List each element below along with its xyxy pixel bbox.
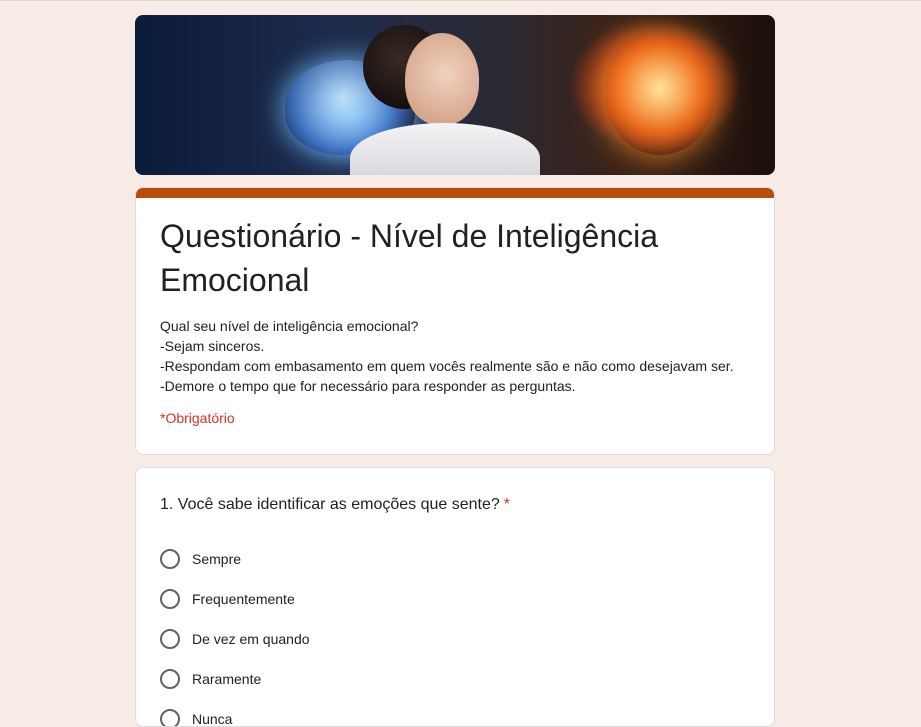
radio-option-label: De vez em quando [192, 631, 310, 647]
radio-button[interactable] [160, 549, 180, 569]
radio-button[interactable] [160, 709, 180, 726]
top-divider [0, 0, 921, 1]
radio-option-label: Raramente [192, 671, 262, 687]
radio-option-frequentemente[interactable]: Frequentemente [160, 579, 750, 619]
title-accent-bar [136, 188, 774, 198]
required-asterisk: * [503, 496, 511, 513]
question-text: 1. Você sabe identificar as emoções que … [160, 496, 500, 513]
description-line: Qual seu nível de inteligência emocional… [160, 318, 419, 334]
glowing-heart-icon [605, 35, 715, 155]
radio-option-nunca[interactable]: Nunca [160, 699, 750, 727]
woman-face-shape [405, 33, 479, 125]
question-title: 1. Você sabe identificar as emoções que … [160, 492, 750, 517]
radio-option-de-vez-em-quando[interactable]: De vez em quando [160, 619, 750, 659]
question-card-1: 1. Você sabe identificar as emoções que … [135, 467, 775, 727]
form-container: Questionário - Nível de Inteligência Emo… [135, 15, 775, 727]
form-title-card: Questionário - Nível de Inteligência Emo… [135, 187, 775, 455]
radio-option-raramente[interactable]: Raramente [160, 659, 750, 699]
header-banner-image [135, 15, 775, 175]
radio-option-sempre[interactable]: Sempre [160, 539, 750, 579]
description-line: -Sejam sinceros. [160, 338, 265, 354]
radio-option-label: Frequentemente [192, 591, 295, 607]
required-note: *Obrigatório [160, 410, 235, 426]
description-line: -Demore o tempo que for necessário para … [160, 378, 576, 394]
radio-button[interactable] [160, 629, 180, 649]
form-title: Questionário - Nível de Inteligência Emo… [160, 218, 659, 298]
form-description: Qual seu nível de inteligência emocional… [160, 316, 750, 396]
radio-option-label: Sempre [192, 551, 242, 567]
radio-button[interactable] [160, 589, 180, 609]
radio-button[interactable] [160, 669, 180, 689]
radio-option-label: Nunca [192, 711, 233, 727]
description-line: -Respondam com embasamento em quem vocês… [160, 358, 734, 374]
